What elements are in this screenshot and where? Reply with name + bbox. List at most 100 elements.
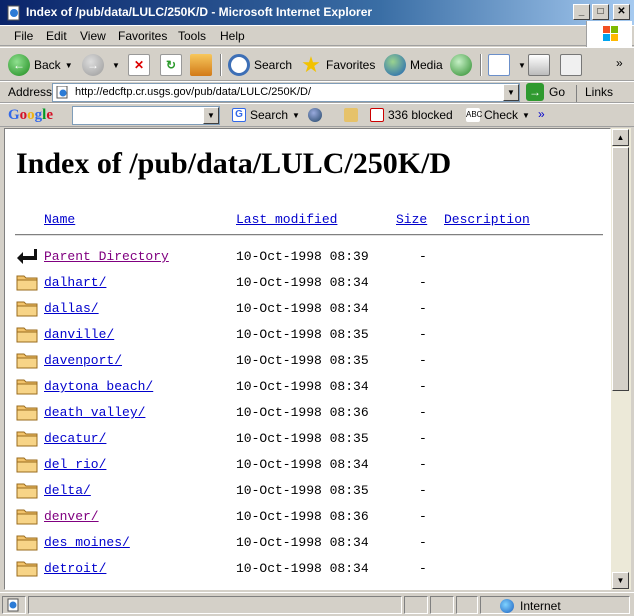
media-button[interactable]: Media [384,53,443,77]
list-item: dalhart/10-Oct-1998 08:34 - [5,273,605,293]
last-modified-value: 10-Oct-1998 08:36 [236,405,369,420]
last-modified-value: 10-Oct-1998 08:34 [236,379,369,394]
edit-button[interactable] [560,53,586,77]
minimize-button[interactable]: _ [573,4,590,20]
folder-icon [16,559,38,577]
toolbar-overflow-chevron-icon[interactable]: » [616,56,623,70]
home-button[interactable] [190,53,216,77]
scroll-up-button[interactable]: ▲ [612,129,629,146]
vertical-scrollbar[interactable]: ▲ ▼ [611,128,631,590]
chevron-down-icon[interactable]: ▼ [518,61,526,70]
size-value: - [419,275,427,290]
go-button[interactable]: → Go [526,83,565,101]
popup-blocker-button[interactable]: 336 blocked [370,108,453,122]
size-value: - [419,561,427,576]
mail-button[interactable]: ▼ [488,53,526,77]
search-label: Search [254,58,293,72]
status-panel [430,596,454,614]
scrollbar-thumb[interactable] [612,147,629,391]
menu-view[interactable]: View [80,29,106,43]
refresh-button[interactable]: ↻ [160,53,186,77]
chevron-down-icon[interactable]: ▼ [65,61,73,70]
history-button[interactable] [450,53,476,77]
google-search-input[interactable]: ▼ [72,106,220,125]
forward-button[interactable]: → ▼ [82,53,120,77]
address-bar: Address http://edcftp.cr.usgs.gov/pub/da… [0,81,634,103]
chevron-down-icon[interactable]: ▼ [112,61,120,70]
folder-icon [16,533,38,551]
scroll-down-button[interactable]: ▼ [612,572,629,589]
header-divider [15,234,603,236]
print-button[interactable] [528,53,554,77]
chevron-down-icon[interactable]: ▼ [292,111,300,120]
size-value: - [419,509,427,524]
directory-link[interactable]: delta/ [44,483,91,498]
pagerank-button[interactable] [308,108,326,122]
spell-check-button[interactable]: ABC Check ▼ [466,108,530,122]
directory-link[interactable]: dallas/ [44,301,99,316]
google-more-chevron-icon[interactable]: » [538,107,545,121]
stop-button[interactable]: ✕ [128,53,154,77]
sort-by-name-link[interactable]: Name [44,212,75,227]
parent-directory-icon [16,247,38,265]
last-modified-value: 10-Oct-1998 08:35 [236,483,369,498]
google-search-button[interactable]: G Search ▼ [232,108,300,122]
menu-tools[interactable]: Tools [178,29,206,43]
address-dropdown-button[interactable]: ▼ [503,84,519,101]
search-button[interactable]: Search [228,53,292,77]
favorites-button[interactable]: ★ Favorites [300,53,375,77]
page-heading: Index of /pub/data/LULC/250K/D [16,147,452,180]
sort-by-description-link[interactable]: Description [444,212,530,227]
directory-link[interactable]: des_moines/ [44,535,130,550]
last-modified-value: 10-Oct-1998 08:39 [236,249,369,264]
links-button[interactable]: Links [576,85,613,102]
last-modified-value: 10-Oct-1998 08:34 [236,561,369,576]
directory-link[interactable]: detroit/ [44,561,106,576]
back-button[interactable]: ← Back ▼ [8,53,73,77]
list-item: des_moines/10-Oct-1998 08:34 - [5,533,605,553]
size-value: - [419,483,427,498]
directory-link[interactable]: davenport/ [44,353,122,368]
maximize-button[interactable]: □ [592,4,609,20]
forward-arrow-icon: → [82,54,104,76]
chevron-down-icon[interactable]: ▼ [522,111,530,120]
directory-link[interactable]: danville/ [44,327,114,342]
directory-link[interactable]: death_valley/ [44,405,145,420]
directory-link[interactable]: dalhart/ [44,275,106,290]
address-input[interactable]: http://edcftp.cr.usgs.gov/pub/data/LULC/… [52,83,520,102]
google-search-dropdown[interactable]: ▼ [203,107,219,124]
menu-file[interactable]: File [14,29,33,43]
page-icon [56,86,68,99]
close-button[interactable]: ✕ [613,4,630,20]
document-icon [7,598,19,612]
stop-icon: ✕ [128,54,150,76]
sort-by-size-link[interactable]: Size [396,212,427,227]
sort-by-last-modified-link[interactable]: Last modified [236,212,337,227]
directory-link[interactable]: del_rio/ [44,457,106,472]
directory-link[interactable]: daytona_beach/ [44,379,153,394]
menu-help[interactable]: Help [220,29,245,43]
page-info-button[interactable] [344,108,362,122]
standard-toolbar: ← Back ▼ → ▼ ✕ ↻ Search ★ Favorites Medi… [0,47,634,81]
google-logo[interactable]: Google [8,107,53,124]
directory-link[interactable]: denver/ [44,509,99,524]
internet-globe-icon [500,599,514,613]
size-value: - [419,301,427,316]
last-modified-value: 10-Oct-1998 08:34 [236,301,369,316]
mail-icon [488,54,510,76]
title-bar: Index of /pub/data/LULC/250K/D - Microso… [0,0,634,26]
last-modified-value: 10-Oct-1998 08:34 [236,275,369,290]
list-item: death_valley/10-Oct-1998 08:36 - [5,403,605,423]
address-url: http://edcftp.cr.usgs.gov/pub/data/LULC/… [75,86,312,98]
directory-link[interactable]: decatur/ [44,431,106,446]
menu-edit[interactable]: Edit [46,29,67,43]
google-toolbar: Google ▼ G Search ▼ 336 blocked ABC Chec… [0,103,634,127]
parent-directory-link[interactable]: Parent Directory [44,249,169,264]
status-panel [404,596,428,614]
folder-icon [16,273,38,291]
last-modified-value: 10-Oct-1998 08:34 [236,457,369,472]
list-item: detroit/10-Oct-1998 08:34 - [5,559,605,579]
list-item: davenport/10-Oct-1998 08:35 - [5,351,605,371]
menu-favorites[interactable]: Favorites [118,29,167,43]
folder-icon [16,351,38,369]
